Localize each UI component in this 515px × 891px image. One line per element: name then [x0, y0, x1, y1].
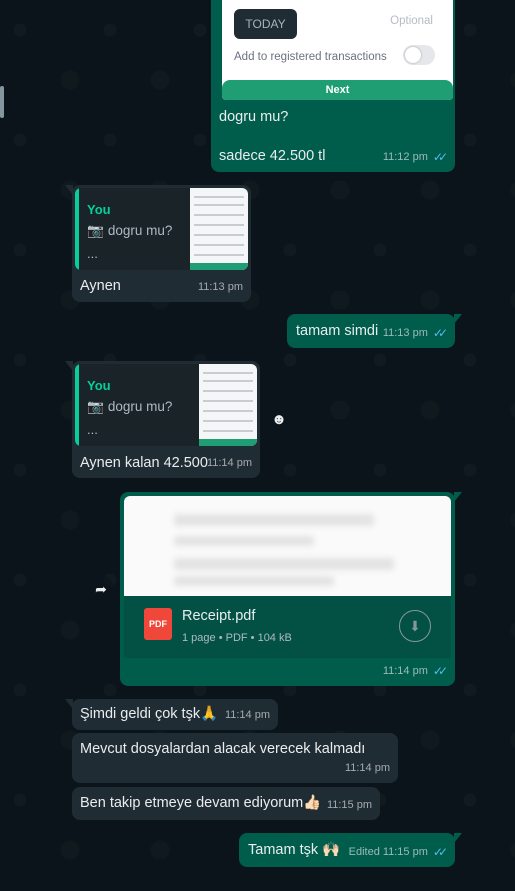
- quote-more: ...: [87, 422, 98, 437]
- message-text: Aynen kalan 42.500: [80, 455, 208, 471]
- pdf-icon: PDF: [144, 608, 172, 640]
- next-button: Next: [222, 80, 453, 100]
- message-text: Tamam tşk 🙌🏻: [248, 842, 341, 858]
- scrollbar[interactable]: [0, 86, 4, 118]
- double-check-icon: ✓✓: [432, 664, 448, 678]
- file-name: Receipt.pdf: [182, 608, 256, 624]
- quote-author: You: [87, 378, 111, 393]
- message-time: 11:14 pm ✓✓: [383, 662, 448, 681]
- optional-label: Optional: [390, 15, 433, 27]
- pdf-preview[interactable]: [124, 496, 451, 596]
- message-text: tamam simdi: [296, 323, 379, 339]
- message-time: 11:14 pm: [224, 709, 270, 721]
- quoted-message[interactable]: You 📷 dogru mu? ...: [75, 188, 248, 270]
- caption-line-1: dogru mu?: [219, 109, 289, 125]
- caption-line-2: sadece 42.500 tl: [219, 148, 326, 164]
- quote-thumbnail: [199, 364, 257, 446]
- registered-label: Add to registered transactions: [234, 51, 387, 63]
- reply-message[interactable]: You 📷 dogru mu? ... Aynen 11:13 pm: [65, 185, 251, 302]
- double-check-icon: ✓✓: [432, 150, 448, 164]
- double-check-icon: ✓✓: [432, 326, 448, 340]
- file-meta: 1 page • PDF • 104 kB: [182, 632, 292, 644]
- pdf-file-row[interactable]: PDF Receipt.pdf 1 page • PDF • 104 kB ⬇: [124, 596, 451, 658]
- quote-thumbnail: [190, 188, 248, 270]
- outgoing-message[interactable]: tamam simdi 11:13 pm ✓✓: [287, 314, 462, 348]
- incoming-message[interactable]: Şimdi geldi çok tşk🙏 11:14 pm: [65, 699, 278, 730]
- date-pill: TODAY: [234, 9, 297, 39]
- message-time: 11:15 pm: [326, 799, 372, 811]
- quote-author: You: [87, 202, 111, 217]
- message-text: Şimdi geldi çok tşk🙏: [80, 706, 219, 722]
- incoming-message[interactable]: Mevcut dosyalardan alacak verecek kalmad…: [72, 733, 398, 783]
- quoted-message[interactable]: You 📷 dogru mu? ...: [75, 364, 257, 446]
- camera-icon: 📷: [87, 223, 104, 238]
- message-time: Edited 11:15 pm ✓✓: [348, 843, 448, 862]
- message-time: 11:14 pm: [206, 457, 252, 469]
- camera-icon: 📷: [87, 399, 104, 414]
- incoming-message[interactable]: Ben takip etmeye devam ediyorum👍🏻 11:15 …: [72, 787, 380, 820]
- edited-label: Edited: [348, 846, 380, 858]
- forward-icon[interactable]: ➦: [88, 576, 114, 602]
- message-time: 11:13 pm: [197, 281, 243, 293]
- quote-bar: [75, 364, 79, 446]
- outgoing-message[interactable]: Tamam tşk 🙌🏻 Edited 11:15 pm ✓✓: [239, 833, 462, 867]
- quote-more: ...: [87, 246, 98, 261]
- quote-text: 📷 dogru mu?: [87, 223, 173, 238]
- message-time: 11:12 pm ✓✓: [383, 148, 448, 167]
- quote-text: 📷 dogru mu?: [87, 399, 173, 414]
- message-text: Ben takip etmeye devam ediyorum👍🏻: [80, 795, 322, 811]
- message-text: Mevcut dosyalardan alacak verecek kalmad…: [80, 741, 366, 757]
- quote-bar: [75, 188, 79, 270]
- pdf-message[interactable]: PDF Receipt.pdf 1 page • PDF • 104 kB ⬇ …: [120, 492, 462, 686]
- message-text: Aynen: [80, 278, 121, 294]
- download-icon[interactable]: ⬇: [399, 610, 431, 642]
- reply-message[interactable]: You 📷 dogru mu? ... Aynen kalan 42.500 11…: [65, 361, 260, 478]
- double-check-icon: ✓✓: [432, 845, 448, 859]
- message-time: 11:14 pm: [344, 762, 390, 774]
- smiley-icon[interactable]: ☻: [270, 410, 288, 428]
- message-time: 11:13 pm ✓✓: [383, 324, 448, 343]
- toggle-switch: [403, 45, 435, 65]
